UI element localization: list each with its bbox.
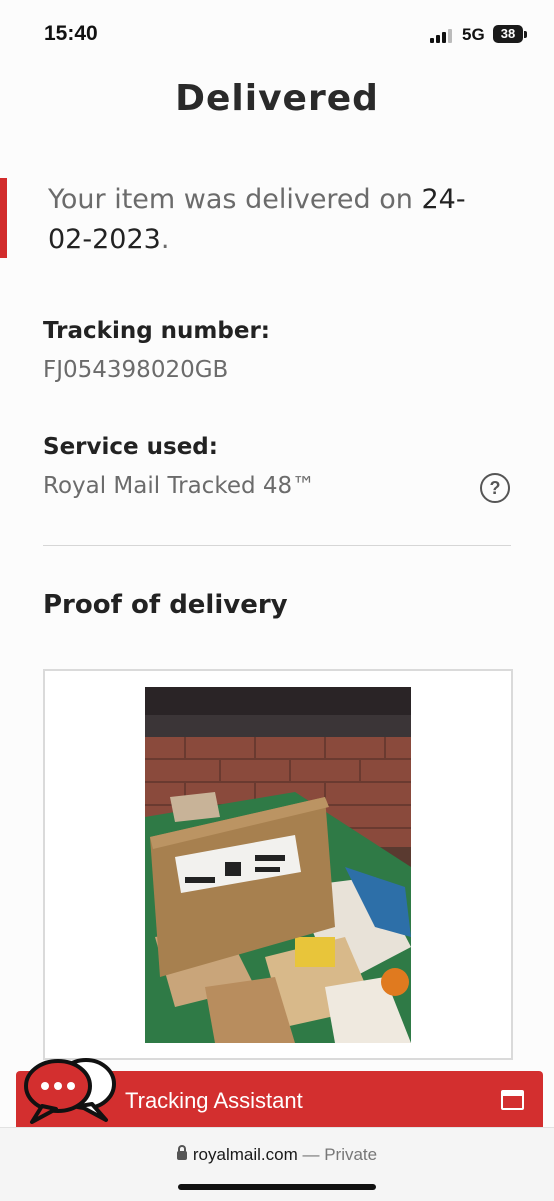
network-label: 5G bbox=[462, 25, 485, 44]
tracking-assistant-label: Tracking Assistant bbox=[125, 1088, 303, 1113]
browser-address-bar[interactable]: royalmail.com — Private bbox=[0, 1127, 554, 1201]
delivery-prefix: Your item was delivered on bbox=[48, 184, 422, 215]
url-domain: royalmail.com bbox=[192, 1145, 298, 1164]
status-bar: 15:40 5G 38 bbox=[0, 0, 554, 70]
service-value: Royal Mail Tracked 48™ bbox=[43, 473, 316, 499]
url-display[interactable]: royalmail.com — Private bbox=[0, 1145, 554, 1165]
delivery-photo[interactable] bbox=[145, 687, 411, 1043]
browsing-mode: Private bbox=[324, 1145, 378, 1164]
chat-bubbles-icon[interactable] bbox=[20, 1054, 120, 1124]
window-icon[interactable] bbox=[501, 1090, 524, 1110]
proof-of-delivery-frame bbox=[43, 669, 513, 1060]
signal-icon bbox=[430, 27, 454, 43]
divider bbox=[43, 545, 511, 546]
tracking-number-label: Tracking number: bbox=[43, 318, 271, 344]
proof-of-delivery-title: Proof of delivery bbox=[43, 590, 288, 620]
tracking-number-value: FJ054398020GB bbox=[43, 357, 229, 383]
lock-icon bbox=[176, 1145, 187, 1160]
delivery-suffix: . bbox=[160, 224, 170, 255]
service-label: Service used: bbox=[43, 434, 218, 460]
status-time: 15:40 bbox=[44, 22, 98, 45]
url-separator: — bbox=[297, 1145, 325, 1164]
home-indicator[interactable] bbox=[178, 1184, 376, 1190]
page-title: Delivered bbox=[175, 78, 379, 119]
battery-icon: 38 bbox=[493, 25, 523, 43]
battery-cap bbox=[524, 31, 527, 38]
status-accent-bar bbox=[0, 178, 7, 258]
delivery-message: Your item was delivered on 24-02-2023. bbox=[48, 180, 508, 260]
question-icon[interactable]: ? bbox=[480, 473, 510, 503]
delivery-status: Your item was delivered on 24-02-2023. bbox=[0, 178, 554, 262]
